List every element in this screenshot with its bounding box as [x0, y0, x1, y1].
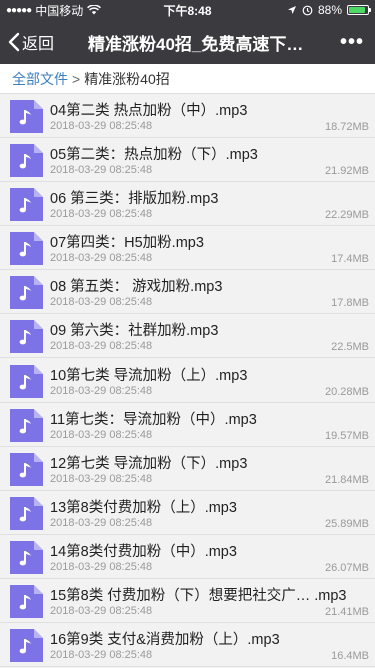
file-name: 07第四类：H5加粉.mp3: [50, 235, 204, 252]
page-title: 精准涨粉40招_免费高速下…: [88, 34, 304, 54]
file-size: 26.07MB: [324, 561, 369, 574]
file-row[interactable]: 13第8类付费加粉（上）.mp3 2018-03-29 08:25:48 25.89…: [0, 491, 375, 535]
file-row[interactable]: 10第七类 导流加粉（上）.mp3 2018-03-29 08:25:48 20.2…: [0, 359, 375, 403]
music-file-icon: [10, 629, 43, 663]
file-date: 2018-03-29 08:25:48: [50, 296, 153, 309]
file-row[interactable]: 09 第六类：社群加粉.mp3 2018-03-29 08:25:48 22.5MB: [0, 315, 375, 359]
file-size: 21.84MB: [324, 473, 369, 486]
file-date: 2018-03-29 08:25:48: [50, 252, 153, 265]
status-left: ●●●●● 中国移动: [6, 2, 102, 19]
file-date: 2018-03-29 08:25:48: [50, 384, 153, 397]
music-file-icon: [10, 144, 43, 178]
file-date: 2018-03-29 08:25:48: [50, 605, 153, 618]
status-bar: ●●●●● 中国移动 下午8:48 88%: [0, 0, 375, 20]
file-name: 09 第六类：社群加粉.mp3: [50, 323, 219, 340]
music-file-icon: [10, 232, 43, 266]
location-icon: [287, 6, 296, 14]
music-file-icon: [10, 276, 43, 310]
file-size: 21.41MB: [324, 606, 369, 619]
file-name: 05第二类：热点加粉（下）.mp3: [50, 147, 258, 164]
file-name: 10第七类 导流加粉（上）.mp3: [50, 367, 248, 384]
file-name: 15第8类 付费加粉（下）想要把社交广… .mp3: [50, 588, 347, 605]
music-file-icon: [10, 100, 43, 133]
file-size: 17.4MB: [331, 253, 369, 266]
music-file-icon: [10, 320, 43, 354]
file-size: 19.57MB: [324, 429, 369, 442]
file-date: 2018-03-29 08:25:48: [50, 516, 153, 529]
file-date: 2018-03-29 08:25:48: [50, 428, 153, 441]
file-date: 2018-03-29 08:25:48: [50, 560, 153, 573]
music-file-icon: [10, 364, 43, 398]
music-file-icon: [10, 585, 43, 619]
signal-icon: ●●●●●: [6, 4, 32, 16]
file-list: 04第二类 热点加粉（中）.mp3 2018-03-29 08:25:48 18.7…: [0, 95, 375, 668]
file-date: 2018-03-29 08:25:48: [50, 120, 153, 132]
file-date: 2018-03-29 08:25:48: [50, 208, 153, 221]
file-name: 16第9类 支付&消费加粉（上）.mp3: [50, 632, 280, 649]
file-name: 08 第五类： 游戏加粉.mp3: [50, 279, 223, 296]
file-size: 17.8MB: [331, 297, 369, 310]
wifi-icon: [87, 5, 102, 15]
file-date: 2018-03-29 08:25:48: [50, 472, 153, 485]
file-date: 2018-03-29 08:25:48: [50, 164, 153, 177]
file-name: 13第8类付费加粉（上）.mp3: [50, 499, 237, 516]
file-name: 06 第三类：排版加粉.mp3: [50, 191, 219, 208]
file-row[interactable]: 04第二类 热点加粉（中）.mp3 2018-03-29 08:25:48 18.7…: [0, 95, 375, 138]
alarm-icon: [302, 5, 313, 15]
music-file-icon: [10, 496, 43, 530]
file-row[interactable]: 06 第三类：排版加粉.mp3 2018-03-29 08:25:48 22.29M…: [0, 183, 375, 227]
file-size: 22.5MB: [331, 341, 369, 354]
carrier-label: 中国移动: [35, 3, 84, 18]
file-size: 16.4MB: [331, 650, 369, 663]
breadcrumb-current: 精准涨粉40招: [84, 70, 170, 87]
file-date: 2018-03-29 08:25:48: [50, 649, 153, 662]
battery-percent: 88%: [317, 3, 342, 17]
file-row[interactable]: 15第8类 付费加粉（下）想要把社交广… .mp3 2018-03-29 08:2…: [0, 580, 375, 624]
battery-icon: [347, 5, 371, 15]
file-name: 11第七类：导流加粉（中）.mp3: [50, 411, 257, 428]
file-row[interactable]: 11第七类：导流加粉（中）.mp3 2018-03-29 08:25:48 19.5…: [0, 403, 375, 447]
back-label: 返回: [22, 36, 55, 53]
file-size: 25.89MB: [324, 517, 369, 530]
battery-fill: [349, 7, 365, 13]
more-button[interactable]: •••: [329, 31, 375, 54]
file-size: 20.28MB: [324, 385, 369, 398]
file-size: 22.29MB: [324, 209, 369, 222]
file-row[interactable]: 05第二类：热点加粉（下）.mp3 2018-03-29 08:25:48 21.9…: [0, 139, 375, 183]
music-file-icon: [10, 452, 43, 486]
file-date: 2018-03-29 08:25:48: [50, 340, 153, 353]
music-file-icon: [10, 188, 43, 222]
more-dots-icon: •••: [339, 30, 364, 53]
file-size: 21.92MB: [324, 165, 369, 178]
file-name: 04第二类 热点加粉（中）.mp3: [50, 103, 248, 119]
music-file-icon: [10, 540, 43, 574]
breadcrumb-root-link[interactable]: 全部文件: [12, 69, 68, 89]
status-right: 88%: [287, 3, 371, 17]
file-row[interactable]: 07第四类：H5加粉.mp3 2018-03-29 08:25:48 17.4MB: [0, 227, 375, 271]
chevron-left-icon: [8, 32, 20, 52]
file-size: 18.72MB: [324, 121, 369, 133]
navbar: 返回 精准涨粉40招_免费高速下… •••: [0, 20, 375, 64]
breadcrumb-separator: >: [72, 70, 81, 87]
back-button[interactable]: 返回: [0, 30, 88, 54]
file-row[interactable]: 08 第五类： 游戏加粉.mp3 2018-03-29 08:25:48 17.8M…: [0, 271, 375, 315]
file-row[interactable]: 14第8类付费加粉（中）.mp3 2018-03-29 08:25:48 26.07…: [0, 535, 375, 579]
file-row[interactable]: 16第9类 支付&消费加粉（上）.mp3 2018-03-29 08:25:48 1…: [0, 624, 375, 668]
file-name: 14第8类付费加粉（中）.mp3: [50, 543, 237, 560]
breadcrumb: 全部文件 > 精准涨粉40招: [0, 64, 375, 94]
music-file-icon: [10, 408, 43, 442]
file-row[interactable]: 12第七类 导流加粉（下）.mp3 2018-03-29 08:25:48 21.8…: [0, 447, 375, 491]
file-name: 12第七类 导流加粉（下）.mp3: [50, 455, 248, 472]
